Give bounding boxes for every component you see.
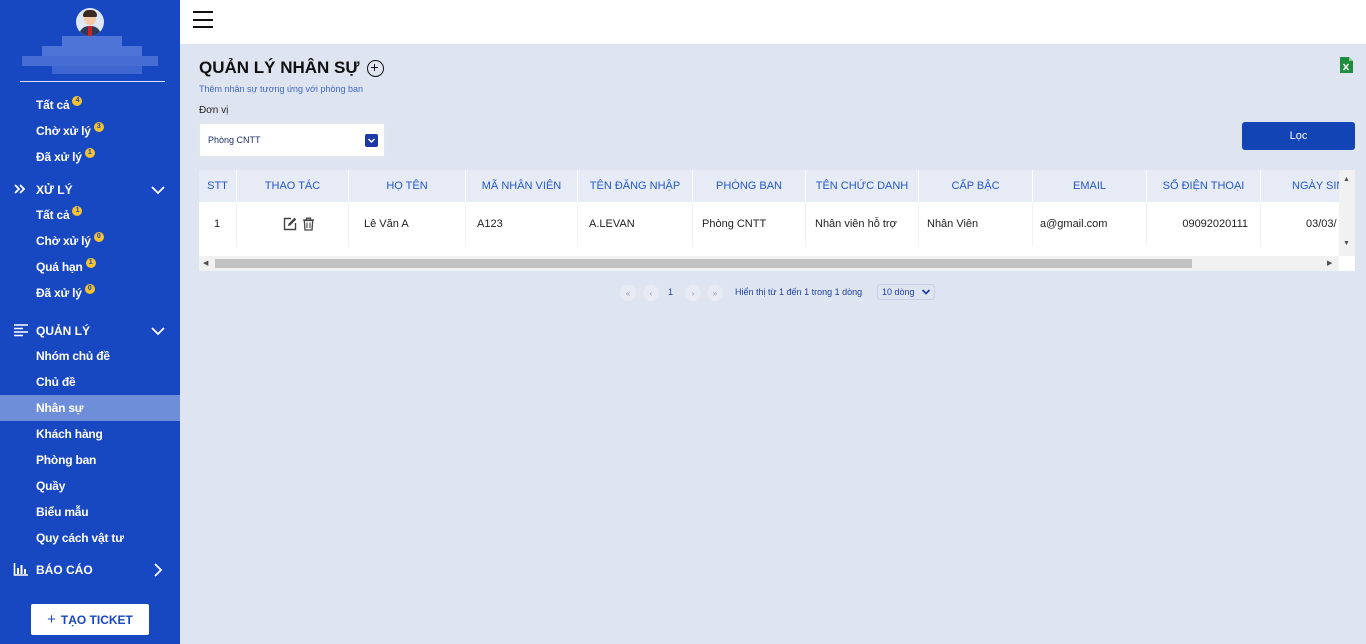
count-badge: 0 bbox=[84, 284, 95, 294]
cell-employee-code: A123 bbox=[466, 202, 578, 246]
staff-table: STT THAO TÁC HỌ TÊN MÃ NHÂN VIÊN TÊN ĐĂN… bbox=[199, 170, 1355, 271]
cell-phone: 09092020111 bbox=[1147, 202, 1261, 246]
col-header-phone[interactable]: SỐ ĐIỆN THOẠI bbox=[1147, 170, 1261, 202]
col-header-position[interactable]: TÊN CHỨC DANH bbox=[806, 170, 919, 202]
sidebar-item-staff[interactable]: Nhân sự bbox=[0, 395, 180, 421]
next-page-button[interactable]: › bbox=[685, 285, 701, 301]
hamburger-menu-icon[interactable] bbox=[193, 11, 213, 29]
col-header-email[interactable]: EMAIL bbox=[1033, 170, 1147, 202]
page-title: QUẢN LÝ NHÂN SỰ bbox=[199, 58, 384, 78]
sidebar-divider bbox=[20, 81, 165, 82]
count-badge: 0 bbox=[93, 232, 104, 242]
double-chevron-right-icon bbox=[13, 183, 29, 198]
sidebar-item-all[interactable]: Tất cả 4 bbox=[0, 92, 180, 118]
align-left-icon bbox=[13, 323, 29, 340]
scroll-down-arrow-icon[interactable]: ▼ bbox=[1343, 240, 1350, 247]
sidebar-item-material-specs[interactable]: Quy cách vật tư bbox=[0, 525, 180, 551]
scroll-up-arrow-icon[interactable]: ▲ bbox=[1343, 176, 1350, 183]
sidebar-item-processed[interactable]: Đã xử lý 1 bbox=[0, 144, 180, 170]
page-subtitle: Thêm nhân sự tương ứng với phòng ban bbox=[199, 84, 363, 94]
bar-chart-icon bbox=[13, 562, 29, 579]
sidebar-section-process[interactable]: XỬ LÝ bbox=[0, 178, 180, 202]
scroll-right-arrow-icon[interactable]: ▶ bbox=[1327, 260, 1332, 267]
page-size-select[interactable]: 10 dòng bbox=[877, 284, 935, 300]
sidebar-item-process-all[interactable]: Tất cả 1 bbox=[0, 202, 180, 228]
edit-icon[interactable] bbox=[283, 217, 297, 231]
sidebar-section-manage[interactable]: QUẢN LÝ bbox=[0, 319, 180, 343]
cell-department: Phòng CNTT bbox=[693, 202, 806, 246]
unit-select[interactable]: Phòng CNTT bbox=[199, 123, 385, 157]
pagination-info: Hiển thị từ 1 đến 1 trong 1 dòng bbox=[735, 287, 863, 297]
sidebar-item-forms[interactable]: Biểu mẫu bbox=[0, 499, 180, 525]
user-avatar[interactable] bbox=[76, 8, 104, 36]
add-circle-icon[interactable] bbox=[366, 59, 384, 77]
cell-rank: Nhân Viên bbox=[919, 202, 1033, 246]
chevron-down-icon bbox=[151, 186, 165, 195]
cell-full-name: Lê Văn A bbox=[349, 202, 466, 246]
chevron-right-icon bbox=[154, 563, 163, 577]
last-page-button[interactable]: » bbox=[707, 285, 723, 301]
col-header-department[interactable]: PHÒNG BAN bbox=[693, 170, 806, 202]
count-badge: 1 bbox=[85, 258, 96, 268]
create-ticket-button[interactable]: + TẠO TICKET bbox=[31, 604, 149, 635]
blurred-user-name bbox=[22, 36, 158, 76]
sidebar-item-departments[interactable]: Phòng ban bbox=[0, 447, 180, 473]
col-header-rank[interactable]: CẤP BẬC bbox=[919, 170, 1033, 202]
sidebar-item-topics[interactable]: Chủ đề bbox=[0, 369, 180, 395]
col-header-stt[interactable]: STT bbox=[199, 170, 237, 202]
vertical-scrollbar[interactable]: ▲ ▼ bbox=[1339, 170, 1355, 256]
col-header-actions[interactable]: THAO TÁC bbox=[237, 170, 349, 202]
sidebar-item-counters[interactable]: Quầy bbox=[0, 473, 180, 499]
col-header-username[interactable]: TÊN ĐĂNG NHẬP bbox=[578, 170, 693, 202]
count-badge: 4 bbox=[72, 96, 83, 106]
chevron-down-icon bbox=[365, 134, 378, 147]
cell-dob: 03/03/ bbox=[1261, 202, 1351, 246]
count-badge: 1 bbox=[84, 148, 95, 158]
cell-actions bbox=[237, 202, 349, 246]
cell-username: A.LEVAN bbox=[578, 202, 693, 246]
col-header-dob[interactable]: NGÀY SIN bbox=[1261, 170, 1351, 202]
chevron-down-icon bbox=[921, 289, 931, 295]
excel-export-icon[interactable] bbox=[1340, 57, 1353, 73]
filter-button[interactable]: Lọc bbox=[1242, 122, 1355, 150]
table-row[interactable]: 1 Lê Văn A A123 A.LEVAN Phòng CNTT Nhân … bbox=[199, 202, 1351, 246]
sidebar: Tất cả 4 Chờ xử lý 3 Đã xử lý 1 XỬ LÝ Tất c… bbox=[0, 0, 180, 644]
sidebar-item-process-done[interactable]: Đã xử lý 0 bbox=[0, 280, 180, 306]
col-header-employee-code[interactable]: MÃ NHÂN VIÊN bbox=[466, 170, 578, 202]
unit-filter-label: Đơn vị bbox=[199, 105, 229, 116]
sidebar-item-process-overdue[interactable]: Quá hạn 1 bbox=[0, 254, 180, 280]
cell-stt: 1 bbox=[199, 202, 237, 246]
count-badge: 3 bbox=[93, 122, 104, 132]
current-page-number[interactable]: 1 bbox=[668, 287, 673, 297]
top-bar bbox=[180, 0, 1366, 44]
trash-icon[interactable] bbox=[302, 217, 315, 231]
sidebar-item-topic-groups[interactable]: Nhóm chủ đề bbox=[0, 343, 180, 369]
sidebar-item-customers[interactable]: Khách hàng bbox=[0, 421, 180, 447]
sidebar-section-report[interactable]: BÁO CÁO bbox=[0, 558, 180, 582]
cell-email: a@gmail.com bbox=[1033, 202, 1147, 246]
plus-icon: + bbox=[47, 611, 56, 628]
table-header: STT THAO TÁC HỌ TÊN MÃ NHÂN VIÊN TÊN ĐĂN… bbox=[199, 170, 1351, 202]
count-badge: 1 bbox=[72, 206, 83, 216]
first-page-button[interactable]: « bbox=[620, 285, 636, 301]
cell-position: Nhân viên hỗ trợ bbox=[806, 202, 919, 246]
col-header-full-name[interactable]: HỌ TÊN bbox=[349, 170, 466, 202]
scrollbar-thumb[interactable] bbox=[215, 259, 1192, 268]
chevron-down-icon bbox=[151, 327, 165, 336]
sidebar-item-process-pending[interactable]: Chờ xử lý 0 bbox=[0, 228, 180, 254]
horizontal-scrollbar[interactable]: ◀ ▶ bbox=[199, 256, 1339, 271]
prev-page-button[interactable]: ‹ bbox=[643, 285, 659, 301]
sidebar-item-pending[interactable]: Chờ xử lý 3 bbox=[0, 118, 180, 144]
scroll-left-arrow-icon[interactable]: ◀ bbox=[203, 260, 208, 267]
